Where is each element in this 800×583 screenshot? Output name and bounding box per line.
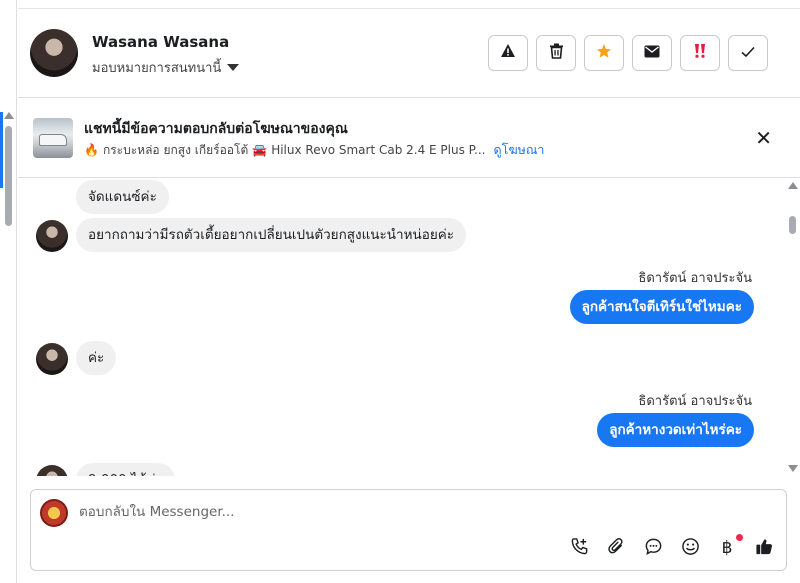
message-bubble-incoming[interactable]: 9,000 ได้ค่ะ [76,463,175,476]
message-bubble-incoming[interactable]: อยากถามว่ามีรถตัวเตี้ยอยากเปลี่ยนเปนตัวย… [76,218,467,252]
scrollbar-thumb[interactable] [5,126,12,226]
payment-button[interactable]: ฿ [717,534,743,558]
messenger-conversation: Wasana Wasana มอบหมายการสนทนานี้ แชทนี้ม… [0,0,800,583]
reply-input[interactable] [79,504,679,520]
double-exclamation-icon [693,43,707,63]
delete-button[interactable] [536,35,576,71]
star-icon [596,43,612,63]
baht-icon: ฿ [721,538,733,558]
ad-headline: กระบะหล่อ ยกสูง เกียร์ออโต้ [102,142,249,157]
close-icon[interactable]: ✕ [755,126,772,150]
message-bubble-outgoing[interactable]: ลูกค้าสนใจตีเทิร์นใช่ไหมคะ [569,290,754,324]
mark-unread-button[interactable] [632,35,672,71]
view-ad-link[interactable]: ดูโฆษณา [493,140,544,160]
saved-replies-button[interactable] [643,538,663,558]
header-actions [488,35,768,71]
sender-name: ธิดารัตน์ อาจประจัน [638,394,752,409]
page-avatar [40,499,68,527]
mark-done-button[interactable] [728,35,768,71]
contact-name[interactable]: Wasana Wasana [92,33,229,51]
car-image [39,134,67,146]
call-button[interactable] [569,537,589,560]
attach-button[interactable] [606,537,626,560]
scrollbar-thumb[interactable] [789,216,796,234]
emoji-button[interactable] [680,537,700,560]
ad-reply-banner: แชทนี้มีข้อความตอบกลับต่อโฆษณาของคุณ 🔥 ก… [18,98,800,178]
composer-toolbar: ฿ [569,534,774,560]
trash-icon [549,43,564,63]
message-list: จัดแดนซ์ค่ะ อยากถามว่ามีรถตัวเตี้ยอยากเป… [18,178,785,476]
scroll-down-arrow-icon[interactable] [788,465,798,472]
contact-avatar-small[interactable] [36,465,68,476]
banner-subtitle: 🔥 กระบะหล่อ ยกสูง เกียร์ออโต้ 🚘 Hilux Re… [84,140,544,160]
message-bubble-outgoing[interactable]: ลูกค้าหางวดเท่าไหร่คะ [597,413,754,447]
smiley-icon [681,537,700,560]
star-button[interactable] [584,35,624,71]
contact-avatar-small[interactable] [36,220,68,252]
fire-icon: 🔥 [84,143,99,157]
warning-icon [500,43,516,63]
assign-label: มอบหมายการสนทนานี้ [92,61,222,76]
scroll-up-arrow-icon[interactable] [788,182,798,189]
mark-important-button[interactable] [680,35,720,71]
like-button[interactable] [754,538,774,558]
check-icon [741,44,755,62]
scroll-up-arrow-icon[interactable] [4,112,14,119]
selection-indicator [0,112,3,188]
car-icon: 🚘 [252,143,268,157]
contact-avatar-small[interactable] [36,343,68,375]
chat-scrollbar[interactable] [785,178,800,476]
paperclip-icon [607,537,626,560]
phone-plus-icon [570,537,589,560]
ad-product: Hilux Revo Smart Cab 2.4 E Plus P... [271,143,486,157]
reply-composer: ฿ [30,489,787,571]
notification-dot [736,534,743,541]
envelope-icon [644,44,660,62]
chat-bubble-icon [644,537,663,560]
message-bubble-incoming[interactable]: จัดแดนซ์ค่ะ [76,180,169,214]
message-bubble-incoming[interactable]: ค่ะ [76,341,117,375]
left-scrollbar[interactable] [0,0,17,583]
banner-title: แชทนี้มีข้อความตอบกลับต่อโฆษณาของคุณ [84,121,348,137]
report-button[interactable] [488,35,528,71]
assign-conversation-dropdown[interactable]: มอบหมายการสนทนานี้ [92,57,240,78]
thumbs-up-icon [755,537,774,560]
sender-name: ธิดารัตน์ อาจประจัน [638,271,752,286]
caret-down-icon [227,64,240,71]
ad-thumbnail[interactable] [33,118,73,158]
contact-avatar[interactable] [30,29,78,77]
conversation-header: Wasana Wasana มอบหมายการสนทนานี้ [18,8,800,98]
